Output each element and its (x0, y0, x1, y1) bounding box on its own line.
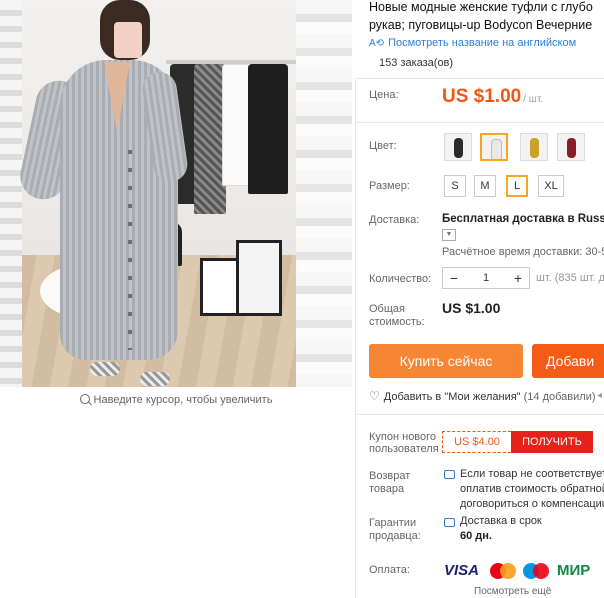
swatch-figure (567, 138, 576, 158)
size-option-l[interactable]: L (506, 175, 528, 197)
add-to-cart-button[interactable]: Добави (532, 344, 604, 378)
model-shoe (140, 372, 170, 386)
product-main-image[interactable] (0, 0, 352, 387)
color-label: Цвет: (369, 140, 397, 152)
size-option-m[interactable]: M (474, 175, 496, 197)
guarantee-text: Доставка в срок (460, 515, 542, 527)
decrease-quantity-button[interactable]: − (443, 268, 465, 288)
quantity-label: Количество: (369, 273, 432, 285)
picture-frame (200, 258, 240, 316)
divider (355, 80, 356, 598)
total-value: US $1.00 (442, 300, 501, 316)
quantity-input[interactable]: 1 (465, 268, 507, 288)
quantity-stepper: − 1 + (442, 267, 530, 289)
payment-more-link[interactable]: Посмотреть ещё (474, 586, 551, 597)
color-swatch-white[interactable] (480, 133, 508, 161)
get-coupon-button[interactable]: ПОЛУЧИТЬ (511, 431, 593, 453)
translate-link-text: Посмотреть название на английском (388, 37, 577, 49)
guarantee-label-line: продавца: (369, 530, 421, 542)
maestro-circle-red (533, 563, 549, 579)
return-icon (444, 470, 455, 479)
coupon-label-line: Купон нового (369, 431, 437, 443)
payment-label: Оплата: (369, 564, 410, 576)
quantity-available: шт. (835 шт. д (536, 272, 604, 284)
wishlist-count: (14 добавили) (523, 391, 596, 403)
guarantee-label-line: Гарантии (369, 517, 417, 529)
hanging-garment (248, 64, 288, 194)
orders-count: 153 заказа(ов) (379, 57, 454, 69)
product-title-line: Новые модные женские туфли с глубо (369, 0, 593, 14)
increase-quantity-button[interactable]: + (507, 268, 529, 288)
mirror-frame-right (296, 0, 352, 387)
translate-icon: A⟲ (369, 38, 385, 49)
product-title-line: рукав; пуговицы-up Bodycon Вечерние (369, 18, 593, 32)
search-icon (79, 394, 90, 404)
shipping-estimate: Расчётное время доставки: 30-5 (442, 246, 604, 258)
price-value: US $1.00/ шт. (442, 86, 543, 108)
picture-frame (236, 240, 282, 316)
delivery-truck-icon (444, 518, 455, 527)
divider (355, 414, 604, 415)
visa-logo: VISA (444, 562, 480, 579)
swatch-figure (491, 139, 502, 159)
coupon-label-line: пользователя (369, 443, 439, 455)
new-user-coupon: US $4.00 ПОЛУЧИТЬ (442, 431, 593, 453)
divider (355, 122, 604, 123)
guarantee-days: 60 дн. (460, 530, 492, 542)
guarantee-label: Гарантии продавца: (369, 517, 421, 543)
zoom-hint: Наведите курсор, чтобы увеличить (0, 393, 352, 406)
hanging-garment (222, 64, 250, 186)
wishlist-label: Добавить в "Мои желания" (383, 391, 521, 403)
price-unit: / шт. (523, 94, 544, 105)
chevron-down-icon[interactable]: ▼ (442, 229, 456, 241)
model-phone (114, 22, 142, 58)
maestro-logo (523, 563, 549, 579)
share-icon[interactable]: ◂ (597, 390, 602, 401)
zoom-hint-text: Наведите курсор, чтобы увеличить (93, 394, 273, 406)
size-option-s[interactable]: S (444, 175, 466, 197)
mastercard-circle-orange (500, 563, 516, 579)
model-shoe (90, 362, 120, 376)
coupon-label: Купон нового пользователя (369, 431, 439, 455)
coupon-amount: US $4.00 (454, 436, 500, 448)
price-amount: US $1.00 (442, 86, 522, 107)
color-swatch-mustard[interactable] (520, 133, 548, 161)
swatch-figure (530, 138, 539, 158)
returns-label-line: Возврат (369, 470, 411, 482)
dress-buttons (128, 150, 132, 350)
product-title: Новые модные женские туфли с глубо рукав… (369, 0, 604, 34)
swatch-figure (454, 138, 463, 158)
shipping-label: Доставка: (369, 214, 420, 226)
returns-text: Если товар не соответствует оплатив стои… (460, 468, 604, 510)
size-option-xl[interactable]: XL (538, 175, 564, 197)
total-label-line: Общая (369, 303, 405, 315)
color-swatch-black[interactable] (444, 133, 472, 161)
total-label: Общая стоимость: (369, 303, 425, 329)
color-swatch-red-black[interactable] (557, 133, 585, 161)
returns-label: Возврат товара (369, 470, 410, 496)
mir-logo: МИР (557, 562, 591, 579)
add-to-wishlist[interactable]: ♡ Добавить в "Мои желания" (14 добавили) (369, 389, 596, 403)
product-info-panel: Новые модные женские туфли с глубо рукав… (355, 0, 604, 598)
mirror-frame-left (0, 0, 22, 387)
heart-icon: ♡ (369, 389, 380, 403)
total-label-line: стоимость: (369, 316, 425, 328)
buy-now-button[interactable]: Купить сейчас (369, 344, 523, 378)
divider (355, 78, 604, 79)
shipping-method: Бесплатная доставка в Russian (442, 213, 604, 225)
price-label: Цена: (369, 89, 399, 101)
size-label: Размер: (369, 180, 410, 192)
translate-link[interactable]: A⟲ Посмотреть название на английском (369, 37, 576, 49)
mastercard-logo (490, 563, 516, 579)
returns-label-line: товара (369, 483, 405, 495)
